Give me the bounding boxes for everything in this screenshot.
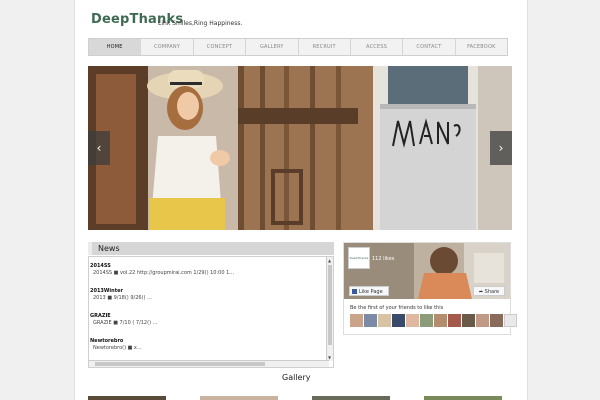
scrollbar-thumb[interactable] xyxy=(95,362,265,366)
like-page-button[interactable]: Like Page xyxy=(349,286,389,296)
avatar[interactable] xyxy=(350,314,363,327)
like-page-label: Like Page xyxy=(359,289,383,295)
list-item: 2014SS 2014SS ■ vol.22 http://groupmirai… xyxy=(89,261,327,286)
nav-company[interactable]: COMPANY xyxy=(141,39,194,55)
nav-recruit[interactable]: RECRUIT xyxy=(299,39,351,55)
avatar[interactable] xyxy=(364,314,377,327)
news-section: News 2014SS 2014SS ■ vol.22 http://group… xyxy=(88,242,334,368)
share-label: Share xyxy=(484,289,500,295)
gallery-thumb[interactable] xyxy=(200,396,278,400)
share-button[interactable]: ➦ Share xyxy=(473,286,505,296)
avatar[interactable] xyxy=(406,314,419,327)
gallery-thumb[interactable] xyxy=(312,396,390,400)
friend-avatars xyxy=(350,314,517,327)
chevron-right-icon[interactable]: › xyxy=(490,131,512,165)
facebook-cover[interactable]: DeepThanks 112 likes Like Page ➦ Share xyxy=(344,243,510,299)
avatar[interactable] xyxy=(378,314,391,327)
news-text: GRAZIE ■ 7/10 ( 7/12() ... xyxy=(93,320,158,326)
list-item: GRAZIE GRAZIE ■ 7/10 ( 7/12() ... xyxy=(89,311,327,336)
news-title[interactable]: 2014SS xyxy=(90,263,327,270)
avatar[interactable] xyxy=(476,314,489,327)
news-heading: News xyxy=(88,242,334,255)
gallery-thumb[interactable] xyxy=(424,396,502,400)
facebook-widget: DeepThanks 112 likes Like Page ➦ Share B… xyxy=(343,242,517,335)
scrollbar-thumb[interactable] xyxy=(328,265,332,345)
news-text: 2014SS ■ vol.22 http://groupmirai.com 1/… xyxy=(93,270,235,276)
hero-image xyxy=(88,66,512,230)
avatar[interactable] xyxy=(420,314,433,327)
scroll-up-icon[interactable]: ▲ xyxy=(328,258,331,263)
avatar[interactable] xyxy=(462,314,475,327)
nav-gallery[interactable]: GALLERY xyxy=(246,39,299,55)
avatar[interactable] xyxy=(490,314,503,327)
site-tagline: Link Smiles,Ring Happiness. xyxy=(158,20,243,27)
news-title[interactable]: 2013Winter xyxy=(90,288,327,295)
avatar[interactable] xyxy=(504,314,517,327)
facebook-likes: 112 likes xyxy=(372,256,395,262)
gallery-heading: Gallery xyxy=(282,373,311,382)
news-list: 2014SS 2014SS ■ vol.22 http://groupmirai… xyxy=(89,261,327,361)
list-item: Newtorebro Newtorebro() ■ x... xyxy=(89,336,327,361)
nav-facebook[interactable]: FACEBOOK xyxy=(456,39,507,55)
hero-slideshow[interactable]: ‹ › xyxy=(88,66,512,230)
facebook-icon xyxy=(352,289,357,294)
avatar[interactable] xyxy=(392,314,405,327)
news-title[interactable]: Newtorebro xyxy=(90,338,327,345)
list-item: 2013Winter 2013 ■ 9/18() 9/26() ... xyxy=(89,286,327,311)
nav-concept[interactable]: CONCEPT xyxy=(194,39,247,55)
nav-home[interactable]: HOME xyxy=(89,39,142,55)
gallery-thumb[interactable] xyxy=(88,396,166,400)
avatar[interactable] xyxy=(434,314,447,327)
horizontal-scrollbar[interactable] xyxy=(89,360,329,367)
nav-access[interactable]: ACCESS xyxy=(351,39,404,55)
news-title[interactable]: GRAZIE xyxy=(90,313,327,320)
news-text: Newtorebro() ■ x... xyxy=(93,345,142,351)
facebook-page-logo[interactable]: DeepThanks xyxy=(348,247,370,269)
main-nav: HOME COMPANY CONCEPT GALLERY RECRUIT ACC… xyxy=(88,38,508,56)
nav-contact[interactable]: CONTACT xyxy=(403,39,456,55)
news-scroll-box[interactable]: 2014SS 2014SS ■ vol.22 http://groupmirai… xyxy=(88,256,334,368)
vertical-scrollbar[interactable]: ▲ ▼ xyxy=(326,257,333,361)
avatar[interactable] xyxy=(448,314,461,327)
chevron-left-icon[interactable]: ‹ xyxy=(88,131,110,165)
news-text: 2013 ■ 9/18() 9/26() ... xyxy=(93,295,152,301)
friends-text: Be the first of your friends to like thi… xyxy=(350,305,444,311)
